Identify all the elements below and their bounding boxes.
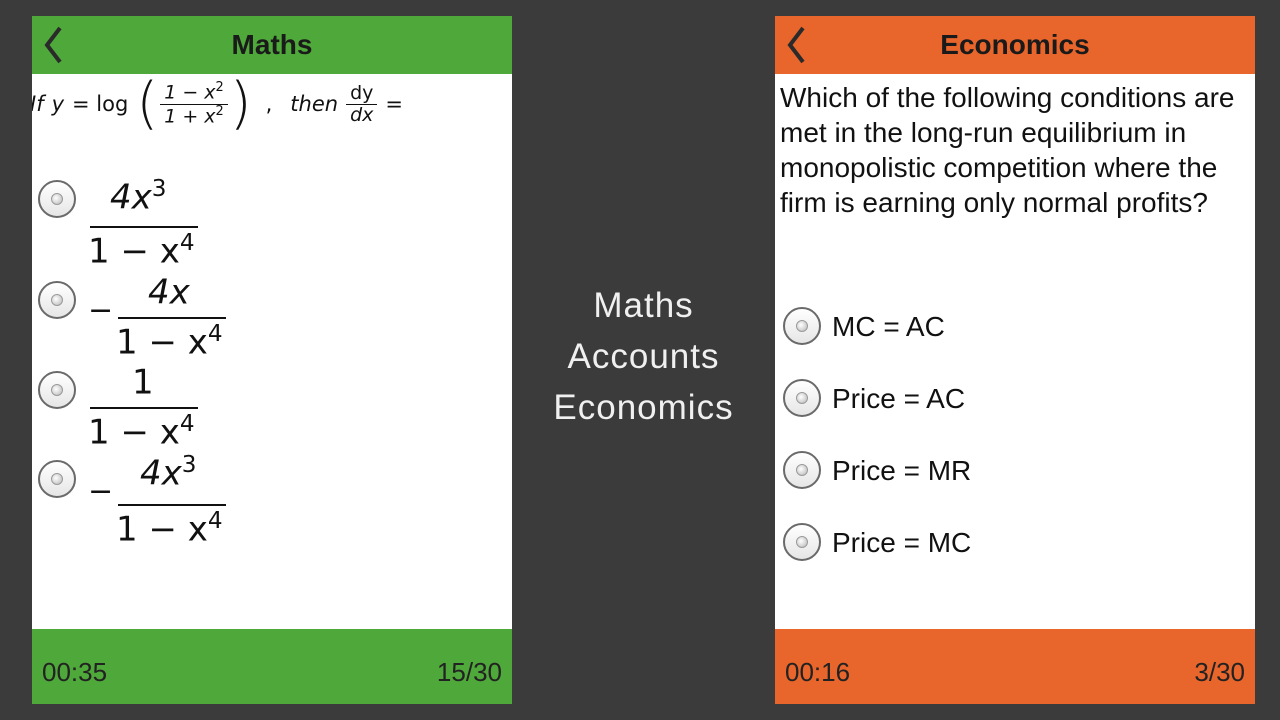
menu-item-accounts[interactable]: Accounts xyxy=(512,331,775,382)
radio-button[interactable] xyxy=(38,460,76,498)
maths-quiz-panel: Maths If y = log ( 1 − x2 1 + x2 ) , the… xyxy=(32,16,512,704)
question-text: If y = log ( 1 − x2 1 + x2 ) , then dy d… xyxy=(32,71,403,136)
page-title: Maths xyxy=(231,29,313,60)
option-label: Price = MC xyxy=(832,527,972,558)
question-counter: 15/30 xyxy=(436,657,502,687)
radio-button[interactable] xyxy=(38,281,76,319)
option-label: Price = MR xyxy=(832,455,972,486)
radio-button[interactable] xyxy=(783,307,821,345)
answer-option[interactable]: Price = MC xyxy=(775,519,1245,565)
back-button[interactable] xyxy=(38,22,68,68)
answer-option[interactable]: 1 1 − x4 xyxy=(32,361,502,452)
answer-option[interactable]: Price = MR xyxy=(775,447,1245,493)
radio-button[interactable] xyxy=(38,371,76,409)
maths-header: Maths xyxy=(32,16,512,74)
answer-option[interactable]: Price = AC xyxy=(775,375,1245,421)
chevron-left-icon xyxy=(787,26,805,64)
radio-button[interactable] xyxy=(783,523,821,561)
economics-header: Economics xyxy=(775,16,1255,74)
subject-menu: Maths Accounts Economics xyxy=(512,280,775,433)
chevron-left-icon xyxy=(44,26,62,64)
fraction-bar xyxy=(90,226,198,228)
timer: 00:16 xyxy=(785,657,851,687)
question-text: Which of the following conditions are me… xyxy=(780,82,1235,218)
fraction-bar xyxy=(118,317,226,319)
page-title: Economics xyxy=(940,29,1090,60)
menu-item-economics[interactable]: Economics xyxy=(512,382,775,433)
option-label: MC = AC xyxy=(832,311,945,342)
answer-option[interactable]: 4x3 1 − x4 xyxy=(32,176,502,271)
radio-button[interactable] xyxy=(783,451,821,489)
fraction-bar xyxy=(90,407,198,409)
economics-quiz-panel: Economics Which of the following conditi… xyxy=(775,16,1255,704)
menu-item-maths[interactable]: Maths xyxy=(512,280,775,331)
radio-button[interactable] xyxy=(783,379,821,417)
back-button[interactable] xyxy=(781,22,811,68)
economics-footer: 00:16 3/30 xyxy=(775,629,1255,704)
answer-option[interactable]: MC = AC xyxy=(775,303,1245,349)
timer: 00:35 xyxy=(42,657,108,687)
question-counter: 3/30 xyxy=(1194,657,1245,687)
radio-button[interactable] xyxy=(38,180,76,218)
option-label: Price = AC xyxy=(832,383,966,414)
answer-option[interactable]: − 4x 1 − x4 xyxy=(32,271,502,362)
maths-footer: 00:35 15/30 xyxy=(32,629,512,704)
answer-option[interactable]: − 4x3 1 − x4 xyxy=(32,452,502,549)
fraction-bar xyxy=(118,504,226,506)
